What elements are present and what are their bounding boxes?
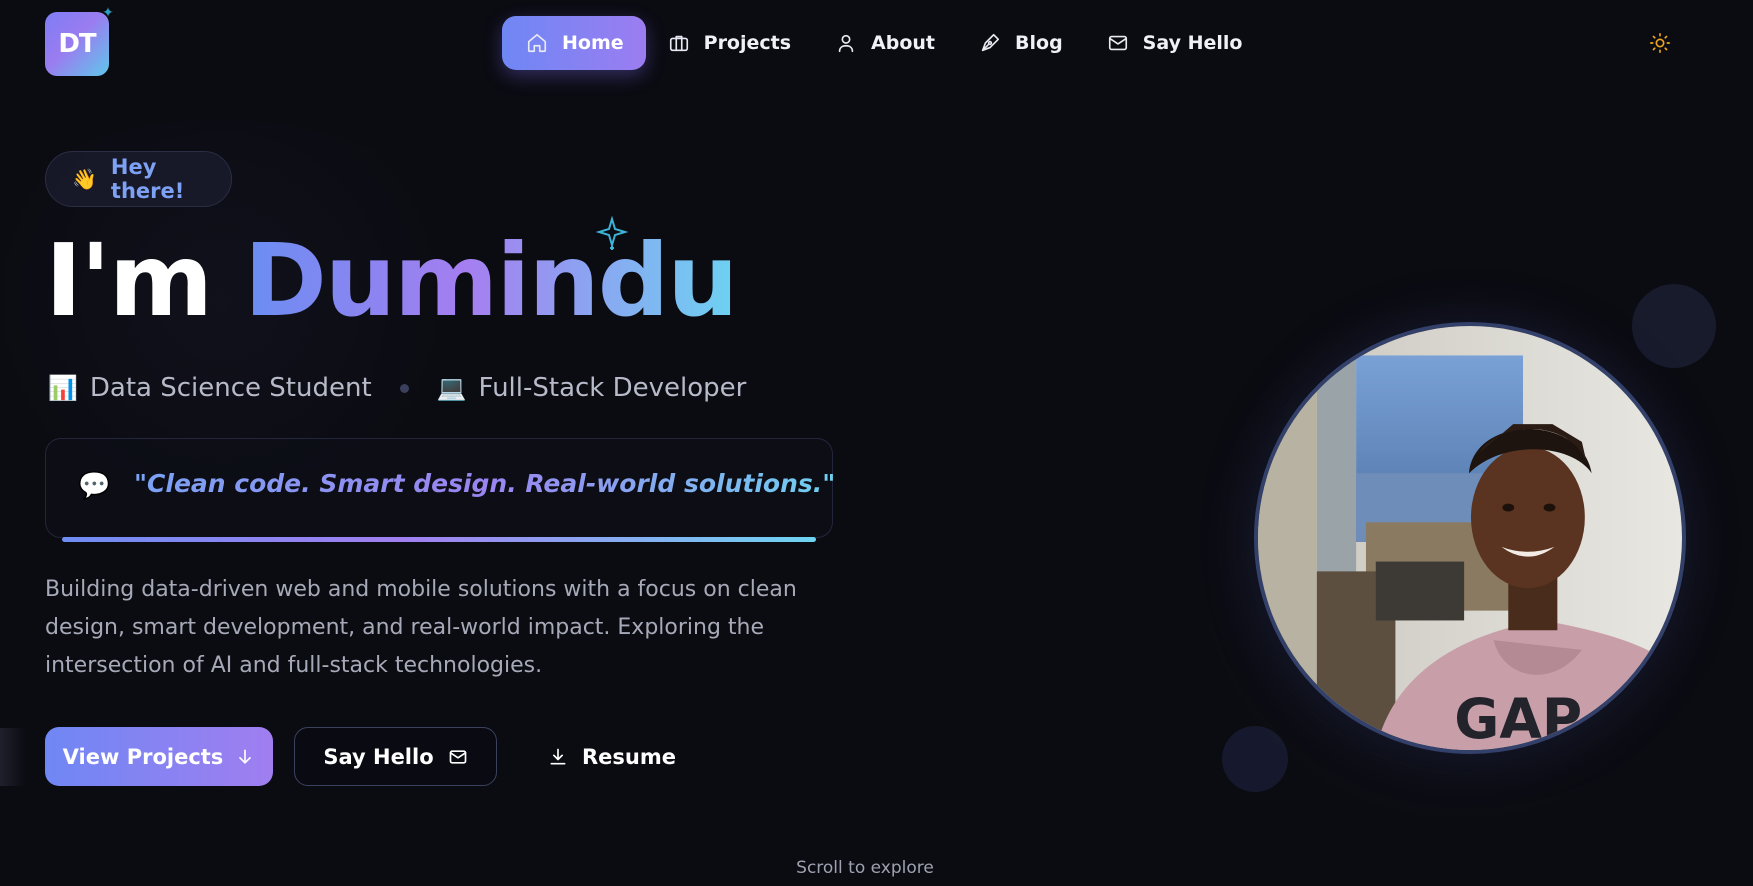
speech-bubble-icon: 💬 [78, 471, 111, 501]
home-icon [527, 33, 547, 53]
hero-description: Building data-driven web and mobile solu… [45, 577, 797, 678]
decorative-orb [1632, 284, 1716, 368]
nav-about[interactable]: About [813, 16, 957, 70]
briefcase-icon [669, 35, 688, 52]
mail-icon [1108, 35, 1127, 51]
nav-say-hello[interactable]: Say Hello [1085, 16, 1265, 70]
nav-label: Blog [1015, 32, 1063, 54]
headline-prefix: I'm [45, 222, 213, 339]
laptop-icon: 💻 [436, 374, 467, 402]
arrow-down-icon [239, 749, 252, 764]
sparkle-icon [595, 215, 629, 252]
nav-blog[interactable]: Blog [957, 16, 1085, 70]
nav-label: Home [562, 32, 624, 54]
hero-headline: I'm Dumindu [45, 226, 738, 336]
quote-text: "Clean code. Smart design. Real-world so… [134, 469, 836, 498]
decorative-edge [0, 728, 26, 786]
main-nav: Home Projects About Blog Say Hello [502, 16, 1264, 70]
scroll-hint: Scroll to explore [796, 858, 934, 878]
button-label: View Projects [62, 744, 224, 769]
decorative-orb [1222, 726, 1288, 792]
wave-icon: 👋 [72, 167, 97, 191]
nav-label: About [871, 32, 936, 54]
pen-icon [981, 33, 1000, 52]
greeting-badge: 👋 Hey there! [45, 151, 232, 207]
button-label: Resume [582, 744, 676, 769]
theme-toggle[interactable] [1647, 30, 1673, 56]
headline-name: Dumindu [243, 222, 739, 339]
chart-icon: 📊 [48, 374, 78, 402]
download-icon [550, 748, 566, 764]
say-hello-button[interactable]: Say Hello [294, 727, 497, 786]
mail-icon [449, 749, 466, 764]
roles-line: 📊 Data Science Student 💻 Full-Stack Deve… [48, 370, 746, 406]
nav-label: Say Hello [1142, 32, 1243, 54]
button-label: Say Hello [323, 744, 434, 769]
quote-underline [62, 537, 816, 542]
view-projects-button[interactable]: View Projects [45, 727, 273, 786]
nav-projects[interactable]: Projects [646, 16, 813, 70]
logo-text: DT [58, 29, 96, 59]
role-label: Full-Stack Developer [478, 373, 747, 403]
user-icon [838, 34, 854, 53]
sparkle-icon: ✦ [102, 5, 114, 21]
separator-dot [399, 383, 409, 393]
sun-icon [1650, 33, 1670, 53]
nav-label: Projects [703, 32, 792, 54]
site-logo[interactable]: DT [45, 12, 109, 76]
nav-home[interactable]: Home [502, 16, 646, 70]
quote-card: 💬 "Clean code. Smart design. Real-world … [45, 438, 836, 538]
profile-photo: GAP [1254, 322, 1686, 754]
role-label: Data Science Student [89, 373, 372, 403]
greeting-text: Hey there! [110, 155, 185, 203]
resume-button[interactable]: Resume [548, 727, 678, 786]
